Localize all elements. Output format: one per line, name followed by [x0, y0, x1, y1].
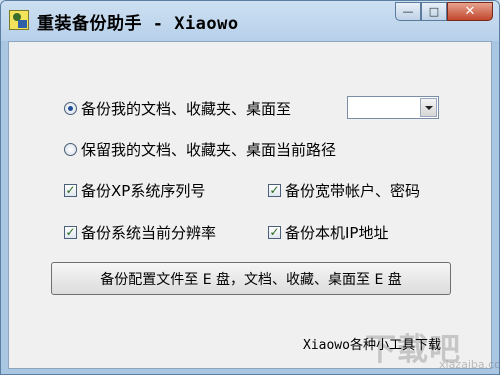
check-backup-broadband-label: 备份宽带帐户、密码: [285, 182, 421, 200]
watermark-url: xiazaiba.com: [439, 358, 499, 371]
app-window: 重装备份助手 - Xiaowo — □ ✕ 备份我的文档、收藏夹、桌面至 保留我…: [0, 0, 500, 375]
check-backup-resolution[interactable]: ✓ 备份系统当前分辨率: [64, 222, 216, 243]
window-controls: — □ ✕: [395, 2, 493, 21]
radio-keep-docs[interactable]: 保留我的文档、收藏夹、桌面当前路径: [64, 139, 336, 160]
backup-config-button[interactable]: 备份配置文件至 E 盘，文档、收藏、桌面至 E 盘: [51, 262, 451, 295]
check-backup-ip[interactable]: ✓ 备份本机IP地址: [268, 222, 388, 243]
title-bar[interactable]: 重装备份助手 - Xiaowo — □ ✕: [1, 1, 499, 41]
dialog-body: 备份我的文档、收藏夹、桌面至 保留我的文档、收藏夹、桌面当前路径 ✓ 备份XP系…: [8, 41, 499, 371]
minimize-button[interactable]: —: [395, 2, 421, 21]
maximize-button[interactable]: □: [421, 2, 447, 21]
checkbox-checked-icon[interactable]: ✓: [64, 184, 77, 197]
drive-select[interactable]: [347, 96, 439, 119]
radio-backup-docs[interactable]: 备份我的文档、收藏夹、桌面至: [64, 98, 291, 119]
radio-selected-icon[interactable]: [64, 102, 77, 115]
checkbox-checked-icon[interactable]: ✓: [268, 226, 281, 239]
radio-backup-docs-label: 备份我的文档、收藏夹、桌面至: [81, 100, 292, 118]
radio-unselected-icon[interactable]: [64, 143, 77, 156]
check-backup-resolution-label: 备份系统当前分辨率: [81, 224, 217, 242]
app-icon: [9, 10, 29, 30]
check-backup-xp-serial-label: 备份XP系统序列号: [81, 182, 206, 200]
window-title: 重装备份助手 - Xiaowo: [37, 14, 239, 34]
footer-link[interactable]: Xiaowo各种小工具下载: [303, 334, 441, 353]
check-backup-xp-serial[interactable]: ✓ 备份XP系统序列号: [64, 180, 205, 201]
check-backup-ip-label: 备份本机IP地址: [285, 224, 389, 242]
check-backup-broadband[interactable]: ✓ 备份宽带帐户、密码: [268, 180, 420, 201]
checkbox-checked-icon[interactable]: ✓: [268, 184, 281, 197]
close-button[interactable]: ✕: [447, 2, 493, 21]
radio-keep-docs-label: 保留我的文档、收藏夹、桌面当前路径: [81, 141, 337, 159]
checkbox-checked-icon[interactable]: ✓: [64, 226, 77, 239]
chevron-down-icon[interactable]: [420, 98, 437, 117]
